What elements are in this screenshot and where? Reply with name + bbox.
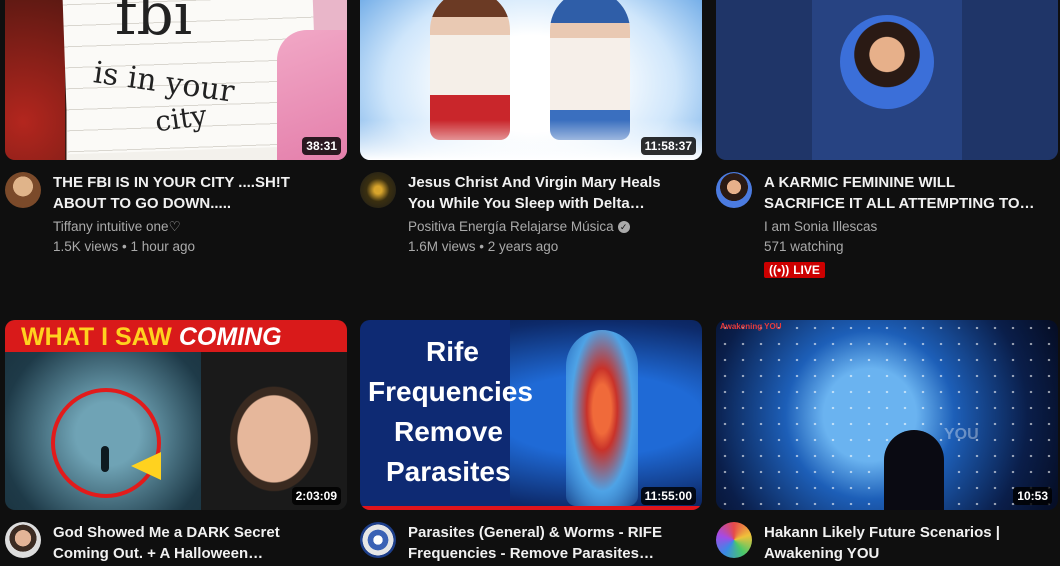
video-card[interactable]: A KARMIC FEMININE WILL SACRIFICE IT ALL … — [716, 0, 1058, 279]
thumbnail-text: fbi — [115, 0, 193, 48]
video-stats: 571 watching — [764, 239, 844, 254]
channel-name[interactable]: Positiva Energía Relajarse Música ✓ — [408, 217, 702, 237]
arrow-icon — [131, 452, 161, 480]
video-card[interactable]: WHAT I SAW COMING 2:03:09 God Showed Me … — [5, 320, 347, 564]
video-stats: 1.5K views • 1 hour ago — [53, 239, 196, 254]
thumbnail-text: WHAT I SAW COMING — [21, 323, 282, 351]
verified-check-icon: ✓ — [617, 221, 630, 234]
video-title[interactable]: THE FBI IS IN YOUR CITY ....SH!T ABOUT T… — [53, 172, 347, 214]
video-thumbnail[interactable]: Rife Frequencies Remove Parasites 11:55:… — [360, 320, 702, 510]
video-title[interactable]: Parasites (General) & Worms - RIFE Frequ… — [408, 522, 702, 564]
channel-avatar[interactable] — [5, 522, 41, 558]
anatomy-figure — [566, 330, 638, 506]
video-card[interactable]: Rife Frequencies Remove Parasites 11:55:… — [360, 320, 702, 564]
thumbnail-text: Parasites — [386, 456, 511, 487]
thumbnail-watermark: YOU — [944, 426, 979, 443]
channel-avatar[interactable] — [360, 172, 396, 208]
channel-avatar[interactable] — [716, 172, 752, 208]
video-card[interactable]: Awakening YOU YOU 10:53 Hakann Likely Fu… — [716, 320, 1058, 564]
video-thumbnail[interactable]: 11:58:37 — [360, 0, 702, 160]
video-title[interactable]: Hakann Likely Future Scenarios | Awakeni… — [764, 522, 1058, 564]
duration-badge: 11:58:37 — [640, 137, 696, 155]
thumbnail-text: Frequencies — [368, 376, 533, 407]
channel-name[interactable]: I am Sonia Illescas — [764, 217, 1058, 237]
video-thumbnail[interactable] — [716, 0, 1058, 160]
video-thumbnail[interactable]: WHAT I SAW COMING 2:03:09 — [5, 320, 347, 510]
duration-badge: 38:31 — [302, 137, 341, 155]
video-card[interactable]: fbi is in your city 38:31 THE FBI IS IN … — [5, 0, 347, 257]
channel-avatar[interactable] — [360, 522, 396, 558]
video-card[interactable]: 11:58:37 Jesus Christ And Virgin Mary He… — [360, 0, 702, 257]
channel-avatar[interactable] — [716, 522, 752, 558]
live-label: LIVE — [793, 263, 820, 277]
live-broadcast-icon: ((•)) — [769, 263, 790, 277]
video-stats: 1.6M views • 2 years ago — [408, 239, 559, 254]
video-thumbnail[interactable]: Awakening YOU YOU 10:53 — [716, 320, 1058, 510]
channel-name-text: Positiva Energía Relajarse Música — [408, 219, 614, 234]
thumbnail-text: Remove — [394, 416, 503, 447]
duration-badge: 2:03:09 — [291, 487, 341, 505]
video-title[interactable]: A KARMIC FEMININE WILL SACRIFICE IT ALL … — [764, 172, 1058, 214]
video-title[interactable]: Jesus Christ And Virgin Mary Heals You W… — [408, 172, 702, 214]
host-portrait — [840, 15, 934, 109]
channel-name[interactable]: Tiffany intuitive one♡ — [53, 217, 347, 237]
video-thumbnail[interactable]: fbi is in your city 38:31 — [5, 0, 347, 160]
live-badge: ((•)) LIVE — [764, 262, 825, 278]
thumbnail-corner-text: Awakening YOU — [720, 322, 782, 331]
channel-avatar[interactable] — [5, 172, 41, 208]
video-title[interactable]: God Showed Me a DARK Secret Coming Out. … — [53, 522, 347, 564]
silhouette-figure — [884, 430, 944, 510]
thumbnail-text: Rife — [426, 336, 479, 367]
duration-badge: 11:55:00 — [640, 487, 696, 505]
duration-badge: 10:53 — [1013, 487, 1052, 505]
